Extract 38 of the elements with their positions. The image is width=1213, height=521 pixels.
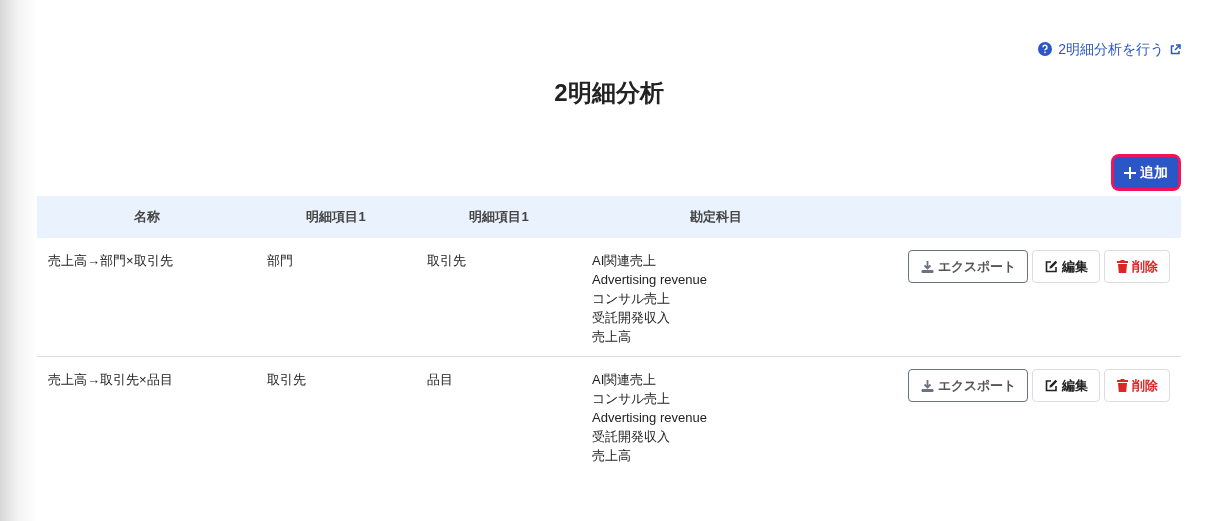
add-button[interactable]: 追加 [1114,157,1178,188]
account-name: 売上高 [592,328,631,346]
plus-icon [1124,166,1136,179]
table-cell: 取引先 [267,372,306,387]
table-cell: 取引先 [427,253,466,268]
delete-button[interactable]: 削除 [1104,250,1170,283]
account-name: AI関連売上 [592,252,657,270]
edit-button[interactable]: 編集 [1032,250,1100,283]
account-name: コンサル売上 [592,290,670,308]
download-icon [920,260,934,273]
table-cell: 売上高→取引先×品目 [48,372,173,387]
column-header: 明細項目1 [306,209,366,225]
account-name: Advertising revenue [592,409,707,427]
trash-icon [1116,260,1128,273]
account-name: 受託開発収入 [592,428,670,446]
download-icon [920,379,934,392]
table-cell: 売上高→部門×取引先 [48,253,173,268]
edit-icon [1044,379,1058,392]
account-name: 受託開発収入 [592,309,670,327]
column-header: 明細項目1 [469,209,529,225]
edit-button[interactable]: 編集 [1032,369,1100,402]
export-button[interactable]: エクスポート [908,369,1028,402]
help-icon [1038,42,1053,56]
account-name: AI関連売上 [592,371,657,389]
export-button[interactable]: エクスポート [908,250,1028,283]
column-header: 勘定科目 [690,209,742,225]
column-header: 名称 [133,209,160,225]
table-cell: 品目 [427,372,453,387]
page-title: 2明細分析 [553,78,665,108]
help-link[interactable]: 2明細分析を行う [1038,39,1181,59]
account-name: コンサル売上 [592,390,670,408]
trash-icon [1116,379,1128,392]
edit-icon [1044,260,1058,273]
delete-button[interactable]: 削除 [1104,369,1170,402]
external-link-icon [1170,43,1181,55]
account-name: Advertising revenue [592,271,707,289]
table-cell: 部門 [267,253,293,268]
account-name: 売上高 [592,447,631,465]
